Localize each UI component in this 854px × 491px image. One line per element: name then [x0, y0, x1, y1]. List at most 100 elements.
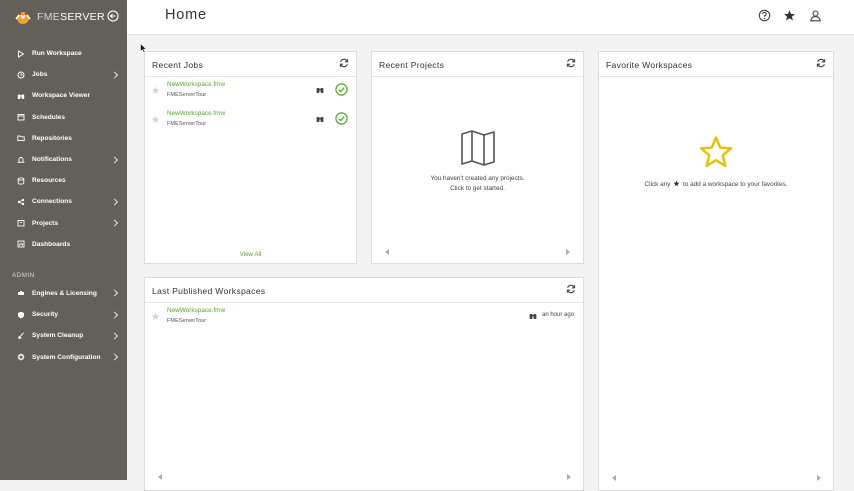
sidebar-item-schedules[interactable]: Schedules: [0, 107, 127, 128]
chevron-right-icon: [110, 71, 119, 79]
sidebar-item-label: Projects: [32, 219, 59, 227]
sidebar-item-label: System Configuration: [32, 353, 101, 361]
fme-logo-icon: [15, 12, 31, 24]
sidebar-item-label: Resources: [32, 177, 66, 185]
panel-header: Recent Projects: [372, 52, 583, 77]
empty-projects-line1: You haven't created any projects.: [430, 175, 525, 182]
job-row[interactable]: NewWorkspace.fmw FMEServerTour: [145, 77, 356, 106]
workspace-link[interactable]: NewWorkspace.fmw: [167, 81, 225, 88]
sidebar-item-repositories[interactable]: Repositories: [0, 128, 127, 149]
chevron-right-icon: [110, 198, 119, 206]
favorite-star-icon[interactable]: [151, 86, 160, 95]
favorites-star-icon[interactable]: [783, 9, 796, 22]
sidebar-item-resources[interactable]: Resources: [0, 170, 127, 191]
empty-projects-message[interactable]: You haven't created any projects. Click …: [372, 174, 583, 193]
bell-icon: [17, 156, 25, 164]
scroll-left-icon[interactable]: [612, 475, 616, 481]
binoculars-icon: [17, 92, 25, 100]
engine-icon: [17, 289, 25, 297]
panel-title: Favorite Workspaces: [606, 60, 693, 70]
help-icon[interactable]: [758, 9, 771, 22]
repository-name: FMEServerTour: [167, 318, 207, 324]
sidebar-item-notifications[interactable]: Notifications: [0, 149, 127, 170]
sidebar-item-security[interactable]: Security: [0, 304, 127, 325]
scroll-left-icon[interactable]: [158, 474, 162, 480]
repository-name: FMEServerTour: [167, 121, 207, 127]
favorite-star-icon[interactable]: [151, 312, 160, 321]
sidebar-item-label: Notifications: [32, 156, 72, 164]
sidebar-item-workspace-viewer[interactable]: Workspace Viewer: [0, 85, 127, 106]
sidebar-item-connections[interactable]: Connections: [0, 191, 127, 212]
sidebar-item-system-configuration[interactable]: System Configuration: [0, 346, 127, 367]
sidebar-item-dashboards[interactable]: Dashboards: [0, 234, 127, 255]
view-all-link[interactable]: View All: [145, 251, 356, 258]
chevron-right-icon: [110, 219, 119, 227]
sidebar-nav: Run Workspace Jobs Workspace Viewer Sche…: [0, 43, 127, 368]
star-outline-icon: [699, 136, 733, 168]
brand-name-bold: SERVER: [60, 11, 105, 23]
sidebar-item-projects[interactable]: Projects: [0, 213, 127, 234]
workspace-link[interactable]: NewWorkspace.fmw: [167, 307, 225, 314]
empty-favorites-suffix: to add a workspace to your favorites.: [683, 181, 788, 188]
link-icon: [17, 198, 25, 206]
sidebar: FMESERVER Run Workspace Jobs Workspace V…: [0, 0, 127, 480]
collapse-sidebar-icon[interactable]: [107, 10, 119, 22]
panel-header: Favorite Workspaces: [599, 52, 833, 77]
sidebar-item-label: Dashboards: [32, 240, 71, 248]
sidebar-item-label: Jobs: [32, 71, 48, 79]
refresh-icon[interactable]: [566, 58, 576, 68]
scroll-right-icon[interactable]: [817, 475, 821, 481]
brand-name: FMESERVER: [37, 11, 105, 23]
inline-star-icon: [673, 180, 680, 187]
success-check-icon: [335, 83, 348, 96]
sidebar-item-label: Workspace Viewer: [32, 92, 91, 100]
user-icon[interactable]: [809, 9, 822, 22]
chevron-right-icon: [110, 311, 119, 319]
chevron-right-icon: [110, 353, 119, 361]
sidebar-item-system-cleanup[interactable]: System Cleanup: [0, 325, 127, 346]
sidebar-item-run-workspace[interactable]: Run Workspace: [0, 43, 127, 64]
recent-jobs-panel: Recent Jobs NewWorkspace.fmw FMEServerTo…: [144, 51, 357, 264]
scroll-right-icon[interactable]: [566, 249, 570, 255]
repository-name: FMEServerTour: [167, 92, 207, 98]
panel-header: Recent Jobs: [145, 52, 356, 77]
run-icon: [17, 49, 25, 58]
sidebar-item-label: System Cleanup: [32, 332, 84, 340]
last-published-panel: Last Published Workspaces NewWorkspace.f…: [144, 277, 584, 491]
refresh-icon[interactable]: [816, 58, 826, 68]
panel-title: Recent Jobs: [152, 60, 204, 70]
refresh-icon[interactable]: [566, 284, 576, 294]
chevron-right-icon: [110, 332, 119, 340]
folder-icon: [17, 134, 25, 142]
panel-title: Last Published Workspaces: [152, 286, 266, 296]
broom-icon: [17, 332, 25, 340]
binoculars-icon[interactable]: [529, 312, 537, 320]
chevron-right-icon: [110, 155, 119, 164]
favorite-workspaces-panel: Favorite Workspaces Click any to add a w…: [598, 51, 834, 491]
binoculars-icon[interactable]: [316, 115, 324, 123]
refresh-icon[interactable]: [339, 58, 349, 68]
published-row[interactable]: NewWorkspace.fmw FMEServerTour an hour a…: [145, 303, 583, 332]
success-check-icon: [335, 112, 348, 125]
sidebar-item-label: Schedules: [32, 113, 65, 121]
sidebar-item-jobs[interactable]: Jobs: [0, 64, 127, 85]
map-icon: [461, 130, 495, 166]
top-header: Home: [127, 0, 854, 35]
brand-name-light: FME: [37, 11, 61, 23]
sidebar-item-label: Security: [32, 311, 59, 319]
recent-projects-panel[interactable]: Recent Projects You haven't created any …: [371, 51, 584, 264]
sidebar-section-admin: ADMIN: [12, 271, 35, 279]
favorite-star-icon[interactable]: [151, 115, 160, 124]
box-icon: [17, 219, 25, 227]
job-row[interactable]: NewWorkspace.fmw FMEServerTour: [145, 106, 356, 135]
sidebar-item-label: Connections: [32, 198, 72, 206]
workspace-link[interactable]: NewWorkspace.fmw: [167, 110, 225, 117]
panel-header: Last Published Workspaces: [145, 278, 583, 303]
empty-favorites-message: Click any to add a workspace to your fav…: [599, 180, 833, 190]
sidebar-item-engines-licensing[interactable]: Engines & Licensing: [0, 283, 127, 304]
binoculars-icon[interactable]: [316, 86, 324, 94]
scroll-left-icon[interactable]: [385, 249, 389, 255]
sidebar-item-label: Repositories: [32, 134, 72, 142]
empty-projects-line2: Click to get started.: [450, 184, 505, 192]
scroll-right-icon[interactable]: [567, 474, 571, 480]
